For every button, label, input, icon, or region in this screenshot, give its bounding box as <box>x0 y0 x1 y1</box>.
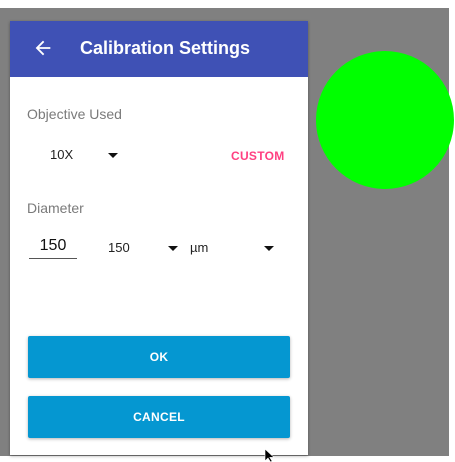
objective-label: Objective Used <box>27 106 122 122</box>
objective-dropdown[interactable]: 10X <box>50 147 120 165</box>
cancel-button-label: CANCEL <box>133 410 185 424</box>
diameter-preset-selected-value: 150 <box>108 240 130 255</box>
dialog-title: Calibration Settings <box>80 38 251 58</box>
ok-button-label: OK <box>149 350 169 364</box>
app-bar: Calibration Settings <box>10 21 308 77</box>
bottom-border <box>0 456 455 462</box>
ok-button[interactable]: OK <box>28 336 290 378</box>
custom-button[interactable]: CUSTOM <box>231 149 285 163</box>
chevron-down-icon <box>168 246 178 251</box>
diameter-label: Diameter <box>27 200 84 216</box>
chevron-down-icon <box>264 246 274 251</box>
diameter-input[interactable] <box>29 234 77 259</box>
cancel-button[interactable]: CANCEL <box>28 396 290 438</box>
mouse-cursor-icon <box>264 449 275 462</box>
calibration-settings-dialog: Calibration Settings Objective Used 10X … <box>10 21 308 455</box>
green-indicator-circle <box>316 51 454 189</box>
objective-selected-value: 10X <box>50 147 74 162</box>
top-border <box>0 0 455 8</box>
right-border <box>449 0 455 462</box>
arrow-left-icon[interactable] <box>32 37 54 59</box>
unit-selected-value: µm <box>190 240 209 255</box>
diameter-preset-dropdown[interactable]: 150 <box>108 240 180 258</box>
chevron-down-icon <box>108 153 118 158</box>
unit-dropdown[interactable]: µm <box>190 240 276 258</box>
